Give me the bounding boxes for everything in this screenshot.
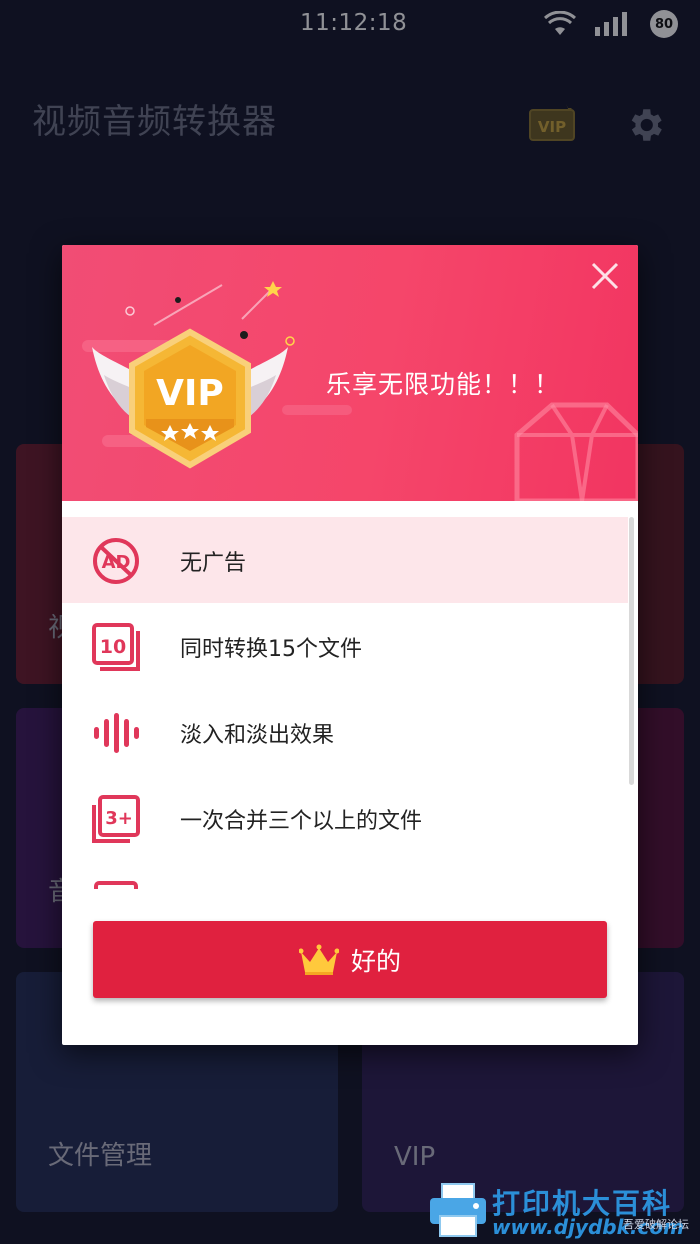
svg-text:3+: 3+ <box>105 808 133 829</box>
merge-three-plus-icon: 3+ <box>92 795 140 843</box>
feature-item-fade[interactable]: 淡入和淡出效果 <box>62 689 628 775</box>
crown-icon <box>298 944 339 975</box>
dialog-headline: 乐享无限功能！！！ <box>326 370 561 399</box>
feature-item-merge[interactable]: 3+ 一次合并三个以上的文件 <box>62 775 628 861</box>
feature-label: 一次合并三个以上的文件 <box>180 809 423 834</box>
partial-feature-icon <box>94 881 138 889</box>
ten-files-icon: 10 <box>92 623 140 671</box>
feature-list-scrollbar[interactable] <box>629 517 634 785</box>
svg-text:10: 10 <box>100 636 126 658</box>
badge-text: VIP <box>156 373 224 414</box>
feature-list[interactable]: AD 无广告 10 同时转换15个文件 淡入和淡出效果 <box>62 501 638 889</box>
printer-logo-icon <box>430 1183 486 1237</box>
ok-button[interactable]: 好的 <box>93 921 607 998</box>
close-icon[interactable] <box>588 259 622 293</box>
vip-dialog: VIP 乐享无限功能！！！ AD 无广告 10 同时转换15个文 <box>62 245 638 1045</box>
feature-item-partial[interactable] <box>62 861 628 889</box>
feature-item-no-ads[interactable]: AD 无广告 <box>62 517 628 603</box>
vip-badge-icon: VIP <box>92 328 288 469</box>
feature-label: 同时转换15个文件 <box>180 637 362 662</box>
waveform-icon <box>94 713 139 753</box>
feature-label: 无广告 <box>180 551 247 576</box>
feature-item-batch-convert[interactable]: 10 同时转换15个文件 <box>62 603 628 689</box>
no-ads-icon: AD <box>93 538 139 584</box>
watermark-small: 吾爱破解论坛 <box>623 1218 689 1231</box>
dialog-header: VIP 乐享无限功能！！！ <box>62 245 638 501</box>
feature-label: 淡入和淡出效果 <box>180 723 335 748</box>
watermark: 打印机大百科 www.djydbk.com 吾爱破解论坛 <box>428 1182 696 1240</box>
ok-button-label: 好的 <box>350 946 401 976</box>
